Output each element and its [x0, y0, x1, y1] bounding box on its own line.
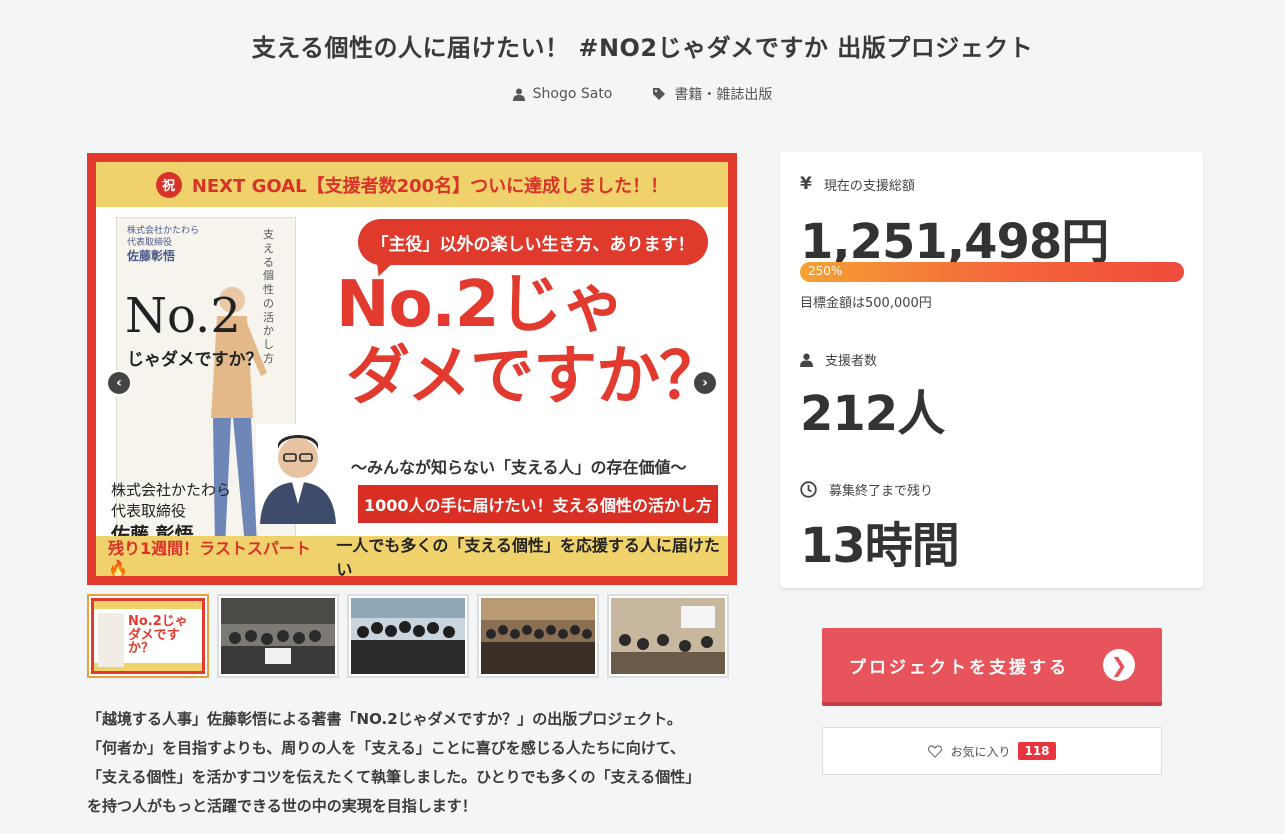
amount-label-row: ¥ 現在の支援総額: [800, 174, 915, 194]
progress-percent: 250%: [808, 264, 843, 278]
prev-slide-button[interactable]: ‹: [106, 370, 132, 396]
user-icon: [800, 353, 813, 367]
headline-line1: No.2じゃ: [336, 268, 625, 342]
chevron-left-icon: ‹: [108, 372, 130, 394]
summary-line: 「支える個性」を活かすコツを伝えたくて執筆しました。ひとりでも多くの「支える個性…: [87, 768, 701, 786]
backers-label: 支援者数: [825, 354, 878, 369]
backers-label-row: 支援者数: [800, 350, 877, 369]
book-title-big: No.2: [125, 288, 241, 344]
yen-icon: ¥: [800, 174, 812, 194]
last-spurt-banner: 残り1週間！ラストスパート🔥 一人でも多くの「支える個性」を応援する人に届けたい: [96, 536, 728, 576]
support-message-text: 一人でも多くの「支える個性」を応援する人に届けたい: [336, 536, 720, 576]
book-publisher: 株式会社かたわら 代表取締役 佐藤彰悟: [127, 226, 199, 265]
thumbnail-1[interactable]: No.2じゃ ダメですか？: [87, 594, 209, 678]
category-name[interactable]: 書籍・雑誌出版: [674, 84, 772, 104]
goal-amount: 目標金額は500,000円: [800, 296, 932, 311]
thumbnail-2[interactable]: [217, 594, 339, 678]
page-title: 支える個性の人に届けたい！ #NO2じゃダメですか 出版プロジェクト: [251, 34, 1034, 62]
speech-bubble: 「主役」以外の楽しい生き方、あります！: [358, 219, 708, 265]
thumbnail-4[interactable]: [477, 594, 599, 678]
book-publisher-name: 佐藤彰悟: [127, 249, 176, 264]
favorite-count-badge: 118: [1018, 742, 1056, 760]
favorite-label: お気に入り: [950, 744, 1011, 759]
author-title: 代表取締役: [111, 502, 187, 520]
heart-icon: [928, 744, 943, 758]
thumbnail-image: No.2じゃ ダメですか？: [91, 598, 205, 674]
amount-label: 現在の支援総額: [823, 178, 915, 194]
backers-value: 212人: [800, 386, 945, 442]
hero-tagline: 〜みんなが知らない「支える人」の存在価値〜: [351, 458, 687, 477]
headline-line2: ダメですか？: [346, 339, 723, 414]
author-company: 株式会社かたわら: [111, 481, 232, 499]
project-summary: 「越境する人事」佐藤彰悟による著書「NO.2じゃダメですか？」の出版プロジェクト…: [87, 705, 747, 821]
hero-headline: No.2じゃ ダメですか？: [336, 268, 723, 414]
summary-line: 「越境する人事」佐藤彰悟による著書「NO.2じゃダメですか？」の出版プロジェクト…: [87, 710, 682, 728]
project-meta: Shogo Sato 書籍・雑誌出版: [0, 84, 1285, 104]
remaining-label-row: 募集終了まで残り: [800, 480, 933, 499]
thumbnail-5[interactable]: [607, 594, 729, 678]
author-link[interactable]: Shogo Sato: [512, 84, 613, 104]
thumbnail-image: [351, 598, 465, 674]
thumbnail-image: [221, 598, 335, 674]
project-main-image[interactable]: 祝 NEXT GOAL【支援者数200名】ついに達成しました！！ 株式会社かたわ…: [87, 153, 737, 585]
funding-stats-card: ¥ 現在の支援総額 1,251,498円 250% 目標金額は500,000円 …: [780, 152, 1203, 588]
favorite-button[interactable]: お気に入り 118: [822, 727, 1162, 775]
support-button-label: プロジェクトを支援する: [849, 657, 1069, 678]
next-goal-banner: 祝 NEXT GOAL【支援者数200名】ついに達成しました！！: [96, 162, 728, 207]
user-icon: [512, 88, 525, 101]
book-publisher-line1: 株式会社かたわら: [127, 226, 200, 236]
author-name[interactable]: Shogo Sato: [533, 86, 613, 102]
main-image-content: 祝 NEXT GOAL【支援者数200名】ついに達成しました！！ 株式会社かたわ…: [96, 162, 728, 576]
summary-line: を持つ人がもっと活躍できる世の中の実現を目指します！: [87, 797, 477, 815]
remaining-value: 13時間: [800, 518, 960, 574]
chevron-right-circle-icon: ❯: [1103, 649, 1135, 681]
chevron-right-icon: ›: [694, 372, 716, 394]
thumbnail-3[interactable]: [347, 594, 469, 678]
funding-progress-bar: 250%: [800, 262, 1184, 282]
author-photo: [256, 424, 340, 524]
last-spurt-text: 残り1週間！ラストスパート🔥: [108, 538, 311, 577]
thumbnail-caption-line2: ダメですか？: [128, 627, 180, 657]
thumbnail-image: [611, 598, 725, 674]
book-vertical-title: 支える個性の活かし方: [263, 228, 274, 365]
celebration-badge: 祝: [155, 171, 182, 198]
support-project-button[interactable]: プロジェクトを支援する ❯: [822, 628, 1162, 706]
thumbnail-image: [481, 598, 595, 674]
summary-line: 「何者か」を目指すよりも、周りの人を「支える」ことに喜びを感じる人たちに向けて、: [87, 739, 686, 757]
book-publisher-line2: 代表取締役: [127, 237, 173, 248]
remaining-label: 募集終了まで残り: [829, 484, 934, 499]
category-link[interactable]: 書籍・雑誌出版: [652, 84, 772, 104]
thumbnail-strip: No.2じゃ ダメですか？: [87, 594, 729, 678]
next-goal-text: NEXT GOAL【支援者数200名】ついに達成しました！！: [191, 175, 669, 197]
book-title-sub: じゃダメですか？: [127, 350, 263, 370]
hero-red-bar: 1000人の手に届けたい！支える個性の活かし方: [358, 485, 718, 523]
tag-icon: [653, 88, 666, 100]
next-slide-button[interactable]: ›: [692, 370, 718, 396]
clock-icon: [800, 481, 817, 498]
